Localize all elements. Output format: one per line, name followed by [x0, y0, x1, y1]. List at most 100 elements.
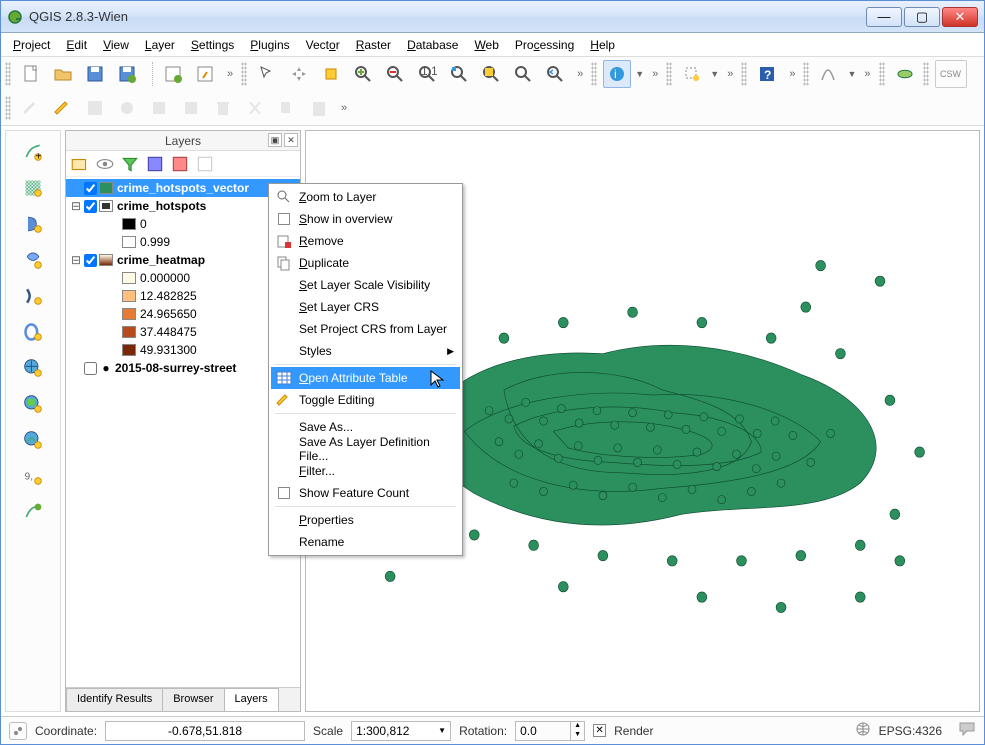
help-icon[interactable]: ?	[753, 60, 781, 88]
add-vector-icon[interactable]: +	[18, 137, 48, 167]
collapse-all-icon[interactable]	[169, 153, 191, 175]
maximize-button[interactable]: ▢	[904, 7, 940, 27]
manage-visibility-icon[interactable]	[94, 153, 116, 175]
layer-visibility-checkbox[interactable]	[84, 200, 97, 213]
edits-icon[interactable]	[17, 94, 45, 122]
toolbar-grip[interactable]	[5, 62, 11, 86]
add-postgis-icon[interactable]	[18, 209, 48, 239]
layer-crime-hotspots[interactable]: ⊟ crime_hotspots	[66, 197, 300, 215]
ctx-duplicate[interactable]: Duplicate	[271, 252, 460, 274]
filter-legend-icon[interactable]	[119, 153, 141, 175]
toggle-extents-icon[interactable]	[9, 722, 27, 740]
add-wms-icon[interactable]	[18, 353, 48, 383]
menu-edit[interactable]: Edit	[58, 35, 95, 55]
spin-up[interactable]: ▲	[570, 722, 584, 731]
python-icon[interactable]	[891, 60, 919, 88]
scale-dropdown[interactable]: 1:300,812 ▼	[351, 721, 451, 741]
layer-visibility-checkbox[interactable]	[84, 254, 97, 267]
new-project-icon[interactable]	[17, 60, 45, 88]
tab-layers[interactable]: Layers	[224, 688, 279, 711]
save-as-project-icon[interactable]	[113, 60, 141, 88]
zoom-full-icon[interactable]	[445, 60, 473, 88]
menu-raster[interactable]: Raster	[348, 35, 399, 55]
messages-icon[interactable]	[958, 720, 976, 741]
toggle-editing-icon[interactable]	[49, 94, 77, 122]
copy-icon[interactable]	[273, 94, 301, 122]
layer-visibility-checkbox[interactable]	[84, 182, 97, 195]
add-oracle-icon[interactable]	[18, 317, 48, 347]
csw-icon[interactable]: CSW	[935, 60, 967, 88]
toolbar-grip[interactable]	[923, 62, 929, 86]
ctx-save-as-layerdef[interactable]: Save As Layer Definition File...	[271, 438, 460, 460]
new-print-composer-icon[interactable]	[159, 60, 187, 88]
toolbar-grip[interactable]	[741, 62, 747, 86]
menu-processing[interactable]: Processing	[507, 35, 582, 55]
menu-web[interactable]: Web	[466, 35, 506, 55]
menu-plugins[interactable]: Plugins	[242, 35, 297, 55]
tab-identify-results[interactable]: Identify Results	[66, 688, 163, 711]
toolbar-overflow[interactable]: »	[223, 68, 237, 80]
move-feature-icon[interactable]	[145, 94, 173, 122]
zoom-layer-icon[interactable]	[509, 60, 537, 88]
ctx-show-feature-count[interactable]: Show Feature Count	[271, 482, 460, 504]
select-icon[interactable]	[678, 60, 706, 88]
menu-help[interactable]: Help	[582, 35, 623, 55]
crs-icon[interactable]	[855, 721, 871, 740]
toolbar-grip[interactable]	[591, 62, 597, 86]
ctx-properties[interactable]: Properties	[271, 509, 460, 531]
layer-crime-heatmap[interactable]: ⊟ crime_heatmap	[66, 251, 300, 269]
node-tool-icon[interactable]	[177, 94, 205, 122]
add-spatialite-icon[interactable]	[18, 245, 48, 275]
histogram-icon[interactable]	[815, 60, 843, 88]
save-edits-icon[interactable]	[81, 94, 109, 122]
composer-manager-icon[interactable]	[191, 60, 219, 88]
layer-surrey-street[interactable]: ● 2015-08-surrey-street	[66, 359, 300, 377]
minimize-button[interactable]: —	[866, 7, 902, 27]
ctx-rename[interactable]: Rename	[271, 531, 460, 553]
layer-crime-hotspots-vector[interactable]: crime_hotspots_vector	[66, 179, 300, 197]
toolbar-overflow[interactable]: »	[723, 68, 737, 80]
toolbar-overflow[interactable]: »	[860, 68, 874, 80]
menu-layer[interactable]: Layer	[137, 35, 183, 55]
ctx-set-project-crs[interactable]: Set Project CRS from Layer	[271, 318, 460, 340]
remove-layer-icon[interactable]	[194, 153, 216, 175]
menu-view[interactable]: View	[95, 35, 137, 55]
undock-button[interactable]: ▣	[268, 133, 282, 147]
toolbar-grip[interactable]	[666, 62, 672, 86]
zoom-selection-icon[interactable]	[477, 60, 505, 88]
delete-icon[interactable]	[209, 94, 237, 122]
add-feature-icon[interactable]	[113, 94, 141, 122]
coordinate-field[interactable]: -0.678,51.818	[105, 721, 305, 741]
cut-icon[interactable]	[241, 94, 269, 122]
ctx-styles[interactable]: Styles▶	[271, 340, 460, 362]
toolbar-grip[interactable]	[241, 62, 247, 86]
menu-project[interactable]: Project	[5, 35, 58, 55]
toolbar-overflow[interactable]: »	[785, 68, 799, 80]
expand-all-icon[interactable]	[144, 153, 166, 175]
menu-database[interactable]: Database	[399, 35, 466, 55]
add-mssql-icon[interactable]	[18, 281, 48, 311]
rotation-spinner[interactable]: 0.0 ▲▼	[515, 721, 585, 741]
ctx-remove[interactable]: Remove	[271, 230, 460, 252]
add-raster-icon[interactable]	[18, 173, 48, 203]
add-wfs-icon[interactable]	[18, 425, 48, 455]
tab-browser[interactable]: Browser	[162, 688, 224, 711]
close-panel-button[interactable]: ✕	[284, 133, 298, 147]
pan-cursor-icon[interactable]	[253, 60, 281, 88]
add-wcs-icon[interactable]	[18, 389, 48, 419]
ctx-zoom-to-layer[interactable]: Zoom to Layer	[271, 186, 460, 208]
toolbar-grip[interactable]	[5, 96, 11, 120]
pan-to-selection-icon[interactable]	[317, 60, 345, 88]
pan-icon[interactable]	[285, 60, 313, 88]
layer-visibility-checkbox[interactable]	[84, 362, 97, 375]
save-project-icon[interactable]	[81, 60, 109, 88]
crs-label[interactable]: EPSG:4326	[879, 724, 942, 738]
ctx-toggle-editing[interactable]: Toggle Editing	[271, 389, 460, 411]
new-vector-icon[interactable]	[18, 497, 48, 527]
identify-icon[interactable]: i	[603, 60, 631, 88]
toolbar-overflow[interactable]: »	[573, 68, 587, 80]
close-button[interactable]: ✕	[942, 7, 978, 27]
toolbar-grip[interactable]	[879, 62, 885, 86]
ctx-set-layer-crs[interactable]: Set Layer CRS	[271, 296, 460, 318]
ctx-set-scale-visibility[interactable]: Set Layer Scale Visibility	[271, 274, 460, 296]
